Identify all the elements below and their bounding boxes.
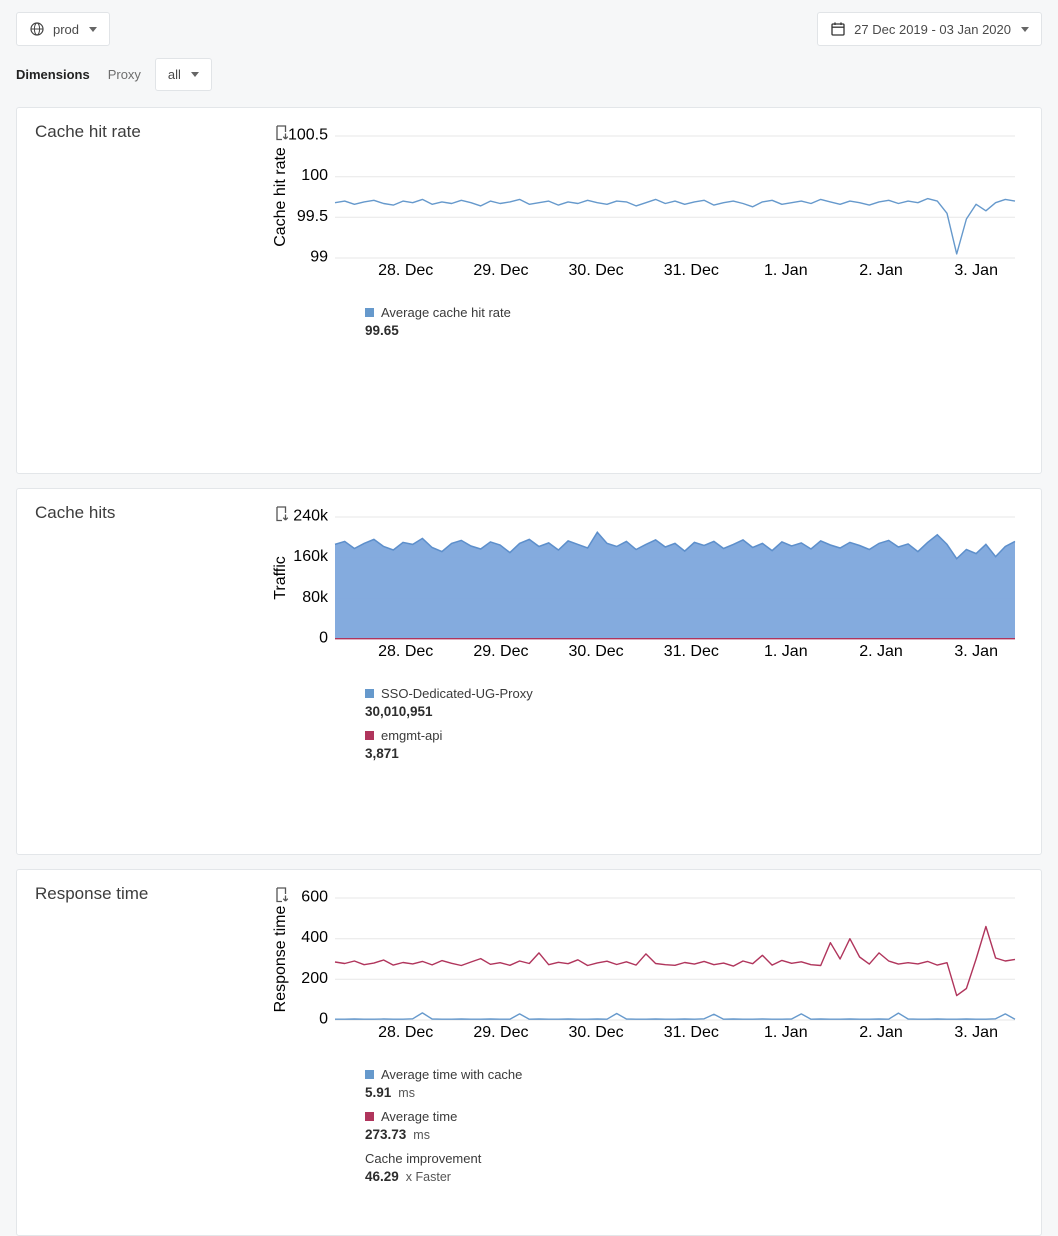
- svg-text:29. Dec: 29. Dec: [473, 643, 528, 660]
- charts-container: Cache hit rate 100.5 100 99.5 99 28. Dec 29. …: [0, 107, 1058, 1236]
- chart-plot: [35, 1063, 335, 1213]
- svg-text:600: 600: [301, 889, 328, 906]
- svg-text:30. Dec: 30. Dec: [569, 1024, 624, 1041]
- chart-plot: [35, 301, 335, 451]
- proxy-select-value: all: [168, 67, 181, 82]
- legend-item: Average time: [365, 1109, 585, 1124]
- legend-value: 46.29x Faster: [365, 1169, 585, 1184]
- chart-legend: Average cache hit rate 99.65: [365, 301, 585, 347]
- chart-card: Cache hit rate 100.5 100 99.5 99 28. Dec 29. …: [16, 107, 1042, 474]
- calendar-icon: [830, 21, 846, 37]
- chevron-down-icon: [89, 27, 97, 32]
- legend-label: emgmt-api: [381, 728, 442, 743]
- svg-text:100.5: 100.5: [288, 127, 328, 144]
- svg-text:Response time: Response time: [273, 906, 289, 1013]
- legend-swatch: [365, 1070, 374, 1079]
- chart-card: Cache hits 240k 160k 80k 0 28. Dec 29. Dec 30.…: [16, 488, 1042, 855]
- legend-label: SSO-Dedicated-UG-Proxy: [381, 686, 533, 701]
- svg-text:2. Jan: 2. Jan: [859, 1024, 903, 1041]
- svg-text:2. Jan: 2. Jan: [859, 643, 903, 660]
- chart-legend: Average time with cache 5.91ms Average tim…: [365, 1063, 585, 1193]
- legend-label: Cache improvement: [365, 1151, 481, 1166]
- chevron-down-icon: [1021, 27, 1029, 32]
- svg-text:31. Dec: 31. Dec: [664, 262, 719, 279]
- svg-text:29. Dec: 29. Dec: [473, 1024, 528, 1041]
- proxy-label: Proxy: [108, 67, 141, 82]
- legend-label: Average time: [381, 1109, 457, 1124]
- svg-text:Traffic: Traffic: [273, 556, 289, 600]
- svg-text:30. Dec: 30. Dec: [569, 643, 624, 660]
- chart-title: Response time: [35, 884, 148, 904]
- svg-text:3. Jan: 3. Jan: [954, 643, 998, 660]
- chart-plot: [35, 682, 335, 832]
- svg-text:2. Jan: 2. Jan: [859, 262, 903, 279]
- dimensions-bar: Dimensions Proxy all: [0, 48, 1058, 107]
- export-report-icon[interactable]: 600 400 200 0 28. Dec 29. Dec 30. Dec 31. Dec 1.…: [271, 884, 1023, 1053]
- svg-text:31. Dec: 31. Dec: [664, 1024, 719, 1041]
- svg-text:1. Jan: 1. Jan: [764, 262, 808, 279]
- top-bar: prod 27 Dec 2019 - 03 Jan 2020: [0, 0, 1058, 48]
- date-range-value: 27 Dec 2019 - 03 Jan 2020: [854, 22, 1011, 37]
- legend-item: emgmt-api: [365, 728, 585, 743]
- legend-value: 30,010,951: [365, 704, 585, 719]
- svg-text:31. Dec: 31. Dec: [664, 643, 719, 660]
- legend-unit: ms: [398, 1086, 415, 1100]
- svg-text:3. Jan: 3. Jan: [954, 1024, 998, 1041]
- legend-item: SSO-Dedicated-UG-Proxy: [365, 686, 585, 701]
- svg-text:99: 99: [310, 249, 328, 266]
- legend-value: 273.73ms: [365, 1127, 585, 1142]
- chart-title: Cache hit rate: [35, 122, 141, 142]
- proxy-select[interactable]: all: [155, 58, 212, 91]
- legend-value: 3,871: [365, 746, 585, 761]
- legend-value: 99.65: [365, 323, 585, 338]
- svg-text:28. Dec: 28. Dec: [378, 643, 433, 660]
- svg-text:1. Jan: 1. Jan: [764, 643, 808, 660]
- legend-label: Average cache hit rate: [381, 305, 511, 320]
- svg-text:Cache hit rate: Cache hit rate: [273, 147, 289, 247]
- svg-text:29. Dec: 29. Dec: [473, 262, 528, 279]
- svg-text:3. Jan: 3. Jan: [954, 262, 998, 279]
- legend-item: Cache improvement: [365, 1151, 585, 1166]
- export-report-icon[interactable]: 240k 160k 80k 0 28. Dec 29. Dec 30. Dec 31. Dec…: [271, 503, 1023, 672]
- svg-text:160k: 160k: [293, 548, 329, 565]
- chart-legend: SSO-Dedicated-UG-Proxy 30,010,951 emgmt-ap…: [365, 682, 585, 770]
- svg-text:30. Dec: 30. Dec: [569, 262, 624, 279]
- chevron-down-icon: [191, 72, 199, 77]
- legend-unit: x Faster: [406, 1170, 451, 1184]
- globe-icon: [29, 21, 45, 37]
- legend-item: Average time with cache: [365, 1067, 585, 1082]
- legend-swatch: [365, 731, 374, 740]
- svg-text:99.5: 99.5: [297, 208, 328, 225]
- legend-unit: ms: [413, 1128, 430, 1142]
- legend-swatch: [365, 689, 374, 698]
- environment-select[interactable]: prod: [16, 12, 110, 46]
- svg-text:28. Dec: 28. Dec: [378, 1024, 433, 1041]
- export-report-icon[interactable]: 100.5 100 99.5 99 28. Dec 29. Dec 30. Dec 31. D…: [271, 122, 1023, 291]
- legend-value: 5.91ms: [365, 1085, 585, 1100]
- svg-text:0: 0: [319, 1011, 328, 1028]
- legend-label: Average time with cache: [381, 1067, 522, 1082]
- legend-swatch: [365, 308, 374, 317]
- environment-value: prod: [53, 22, 79, 37]
- svg-text:240k: 240k: [293, 508, 329, 525]
- chart-title: Cache hits: [35, 503, 115, 523]
- svg-text:100: 100: [301, 167, 328, 184]
- svg-text:1. Jan: 1. Jan: [764, 1024, 808, 1041]
- legend-swatch: [365, 1112, 374, 1121]
- legend-item: Average cache hit rate: [365, 305, 585, 320]
- svg-text:400: 400: [301, 929, 328, 946]
- svg-text:200: 200: [301, 970, 328, 987]
- dimensions-label: Dimensions: [16, 67, 90, 82]
- chart-card: Response time 600 400 200 0 28. Dec 29. Dec 30…: [16, 869, 1042, 1236]
- date-range-picker[interactable]: 27 Dec 2019 - 03 Jan 2020: [817, 12, 1042, 46]
- svg-text:0: 0: [319, 630, 328, 647]
- svg-text:80k: 80k: [302, 589, 329, 606]
- svg-text:28. Dec: 28. Dec: [378, 262, 433, 279]
